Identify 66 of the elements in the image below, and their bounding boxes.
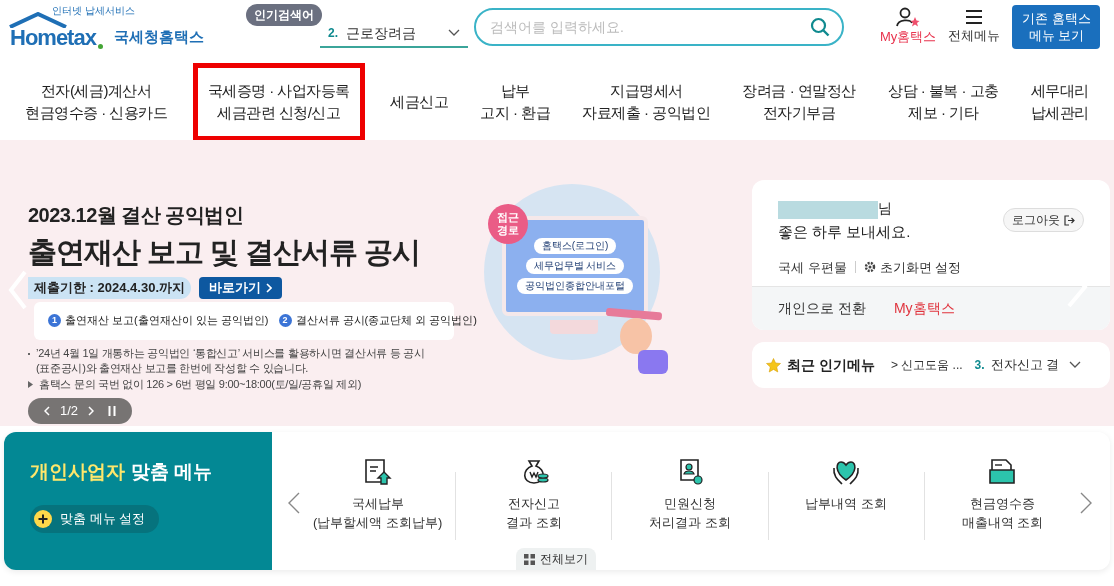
custom-menu-item[interactable]: 국세납부 (납부할세액 조회납부)	[300, 456, 456, 540]
banner-title: 출연재산 보고 및 결산서류 공시	[28, 235, 422, 270]
path-step: 공익법인종합안내포털	[517, 278, 633, 294]
nav-menu-item[interactable]: 장려금 · 연말정산 전자기부금	[735, 63, 863, 141]
logo-wordmark: Hometax	[10, 26, 96, 50]
custom-menu-settings-button[interactable]: 맞춤 메뉴 설정	[30, 504, 160, 533]
plus-icon	[34, 509, 52, 528]
banner-note: ’24년 4월 1일 개통하는 공익법인 ‘통합신고’ 서비스를 활용하시면 결산서류 등 공시(표준공시)와 출연재산 보고를 한번에 작성할 수 있습니다.	[36, 345, 426, 376]
all-menu-button[interactable]: 전체메뉴	[948, 8, 1001, 46]
nav-menu-item[interactable]: 납부 고지 · 환급	[473, 63, 558, 141]
my-hometax-link[interactable]: My홈택스	[893, 298, 955, 319]
go-button[interactable]: 바로가기	[199, 276, 282, 299]
popular-menu-label: 최근 인기메뉴	[787, 355, 875, 375]
step-number: 2	[278, 314, 292, 327]
chevron-down-icon	[1069, 361, 1082, 369]
custom-menu-item[interactable]: 전자신고 결과 조회	[456, 456, 612, 540]
nav-menu-item[interactable]: 전자(세금)계산서 현금영수증 · 신용카드	[18, 63, 175, 141]
search-icon[interactable]	[810, 17, 830, 37]
banner-note: 홈택스 문의 국번 없이 126 > 6번 평일 9:00~18:00(토/일/공휴일 제외)	[39, 376, 362, 392]
deadline-label: 제출기한 : 2024.4.30.까지	[28, 276, 191, 299]
custom-menu-item[interactable]: 현금영수증 매출내역 조회	[924, 456, 1080, 540]
custom-menu-title: 맞춤 메뉴	[131, 460, 213, 484]
popular-search-badge: 인기검색어	[246, 4, 322, 26]
logout-button[interactable]: 로그아웃	[1003, 208, 1084, 232]
logout-icon	[1064, 214, 1075, 226]
pause-icon[interactable]	[108, 405, 117, 416]
settings-icon	[863, 261, 876, 274]
chevron-right-icon	[266, 282, 272, 293]
my-hometax-button[interactable]: My홈택스	[880, 7, 937, 47]
star-icon	[766, 357, 781, 373]
step-text: 출연재산 보고(출연재산이 있는 공익법인)	[65, 313, 269, 329]
chevron-down-icon	[448, 29, 460, 37]
start-screen-settings-link[interactable]: 초기화면 설정	[863, 257, 962, 277]
view-all-tab[interactable]: 전체보기	[516, 548, 596, 570]
step-text: 결산서류 공시(종교단체 외 공익법인)	[295, 313, 477, 329]
switch-to-personal-link[interactable]: 개인으로 전환	[778, 298, 866, 319]
grid-icon	[524, 553, 535, 565]
access-path-badge: 접근 경로	[488, 204, 528, 244]
step-number: 1	[48, 314, 61, 327]
mail-link[interactable]: 국세 우편물	[778, 257, 847, 277]
name-suffix: 님	[878, 199, 892, 218]
path-step: 홈택스(로그인)	[533, 238, 617, 254]
bullet-triangle-icon	[28, 380, 33, 388]
slide-counter: 1/2	[59, 401, 79, 420]
chevron-left-icon[interactable]	[288, 492, 300, 514]
logo-tagline: 인터넷 납세서비스	[52, 6, 135, 16]
popular-menu-dropdown[interactable]: 3. 전자신고 결	[974, 355, 1082, 375]
nav-menu-item[interactable]: 세금신고	[383, 63, 456, 141]
menu-icon	[964, 8, 985, 27]
search-field[interactable]: 검색어를 입력하세요.	[474, 8, 844, 46]
chevron-right-icon[interactable]	[1080, 492, 1092, 514]
logo-name: 국세청홈택스	[114, 26, 204, 47]
nav-menu-item[interactable]: 세무대리 납세관리	[1023, 63, 1096, 141]
banner-subtitle: 2023.12월 결산 공익법인	[28, 203, 245, 228]
user-star-icon	[896, 7, 921, 28]
nav-menu-item[interactable]: 상담 · 불복 · 고충 제보 · 기타	[881, 63, 1006, 141]
nav-menu-item[interactable]: 지급명세서 자료제출 · 공익법인	[575, 63, 718, 141]
greeting-text: 좋은 하루 보내세요.	[778, 222, 912, 242]
classic-menu-button[interactable]: 기존 홈택스 메뉴 보기	[1012, 5, 1101, 49]
popular-menu-link[interactable]: > 신고도움 ...	[890, 356, 963, 374]
popular-search-dropdown[interactable]: 2. 근로장려금	[320, 20, 468, 48]
custom-menu-item[interactable]: 민원신청 처리결과 조회	[612, 456, 768, 540]
custom-menu-item[interactable]: 납부내역 조회	[768, 456, 924, 540]
monitor-stand	[550, 320, 598, 334]
custom-menu-title-highlight: 개인사업자	[30, 460, 125, 484]
path-step: 세무업무별 서비스	[525, 258, 625, 274]
